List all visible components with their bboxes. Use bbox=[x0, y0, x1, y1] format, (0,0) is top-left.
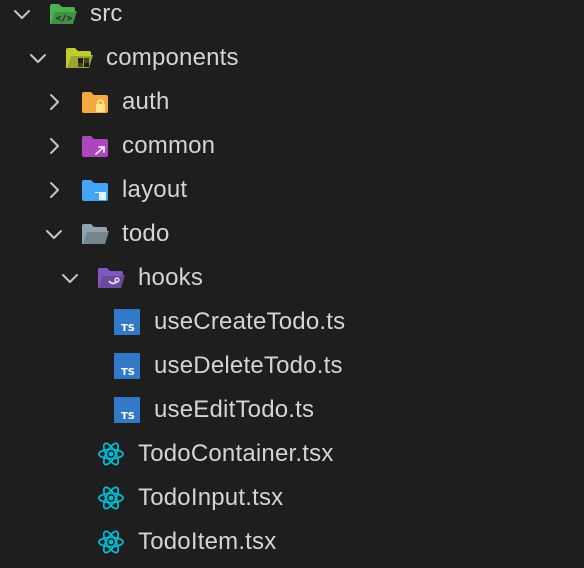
svg-text:TS: TS bbox=[121, 323, 135, 334]
folder-src-open-icon: </> bbox=[48, 0, 78, 28]
folder-label: auth bbox=[122, 88, 170, 115]
file-label: TodoContainer.tsx bbox=[138, 440, 334, 467]
file-row-usedeletetodo-ts[interactable]: TS useDeleteTodo.ts bbox=[0, 344, 584, 388]
file-row-todoinput-tsx[interactable]: TodoInput.tsx bbox=[0, 476, 584, 520]
folder-layout-icon bbox=[80, 176, 110, 204]
chevron-right-icon[interactable] bbox=[44, 92, 64, 112]
folder-open-icon bbox=[80, 220, 110, 248]
folder-label: src bbox=[90, 0, 123, 27]
folder-label: common bbox=[122, 132, 216, 159]
folder-label: layout bbox=[122, 176, 188, 203]
typescript-file-icon: TS bbox=[112, 396, 142, 424]
folder-row-src[interactable]: </> src bbox=[0, 0, 584, 36]
folder-row-components[interactable]: components bbox=[0, 36, 584, 80]
file-label: TodoInput.tsx bbox=[138, 484, 284, 511]
folder-auth-icon bbox=[80, 88, 110, 116]
typescript-file-icon: TS bbox=[112, 352, 142, 380]
typescript-file-icon: TS bbox=[112, 308, 142, 336]
chevron-down-icon[interactable] bbox=[60, 268, 80, 288]
folder-row-common[interactable]: common bbox=[0, 124, 584, 168]
react-file-icon bbox=[96, 440, 126, 468]
file-label: useCreateTodo.ts bbox=[154, 308, 346, 335]
file-explorer-tree: </> src components auth common layout to… bbox=[0, 0, 584, 564]
chevron-down-icon[interactable] bbox=[12, 4, 32, 24]
file-label: TodoItem.tsx bbox=[138, 528, 277, 555]
chevron-right-icon[interactable] bbox=[44, 180, 64, 200]
folder-components-open-icon bbox=[64, 44, 94, 72]
file-row-useedittodo-ts[interactable]: TS useEditTodo.ts bbox=[0, 388, 584, 432]
chevron-down-icon[interactable] bbox=[28, 48, 48, 68]
svg-text:</>: </> bbox=[56, 14, 73, 24]
folder-label: components bbox=[106, 44, 239, 71]
folder-row-auth[interactable]: auth bbox=[0, 80, 584, 124]
file-label: useEditTodo.ts bbox=[154, 396, 315, 423]
folder-row-hooks[interactable]: hooks bbox=[0, 256, 584, 300]
file-row-usecreatetodo-ts[interactable]: TS useCreateTodo.ts bbox=[0, 300, 584, 344]
folder-label: todo bbox=[122, 220, 170, 247]
folder-label: hooks bbox=[138, 264, 204, 291]
svg-text:TS: TS bbox=[121, 411, 135, 422]
react-file-icon bbox=[96, 528, 126, 556]
svg-text:TS: TS bbox=[121, 367, 135, 378]
file-row-todocontainer-tsx[interactable]: TodoContainer.tsx bbox=[0, 432, 584, 476]
react-file-icon bbox=[96, 484, 126, 512]
chevron-right-icon[interactable] bbox=[44, 136, 64, 156]
file-label: useDeleteTodo.ts bbox=[154, 352, 343, 379]
folder-row-todo[interactable]: todo bbox=[0, 212, 584, 256]
folder-row-layout[interactable]: layout bbox=[0, 168, 584, 212]
folder-common-icon bbox=[80, 132, 110, 160]
folder-hooks-open-icon bbox=[96, 264, 126, 292]
file-row-todoitem-tsx[interactable]: TodoItem.tsx bbox=[0, 520, 584, 564]
chevron-down-icon[interactable] bbox=[44, 224, 64, 244]
